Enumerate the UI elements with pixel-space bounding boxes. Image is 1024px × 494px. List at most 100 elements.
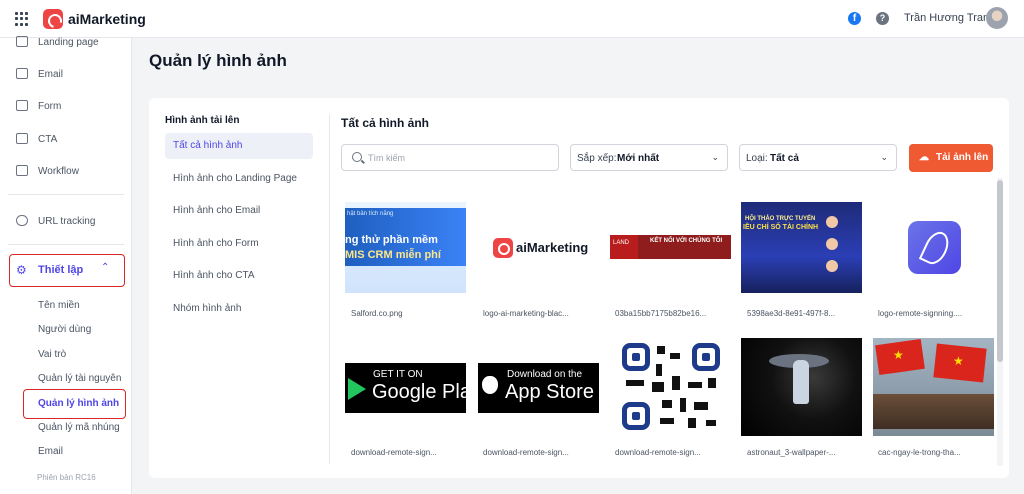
image-thumbnail[interactable] (741, 338, 862, 436)
image-name: cac-ngay-le-trong-tha... (878, 448, 961, 457)
sidebar: Landing page Email Form CTA Workflow URL… (0, 36, 132, 494)
chevron-down-icon: ⌄ (880, 152, 888, 162)
qr-module (626, 380, 644, 386)
image-name: logo-remote-signning.... (878, 309, 963, 318)
sidebar-item-form[interactable]: Form (0, 94, 132, 118)
type-select[interactable]: Loại: Tất cả ⌄ (739, 144, 897, 171)
category-heading: Hình ảnh tải lên (165, 115, 240, 126)
sidebar-item-workflow[interactable]: Workflow (0, 159, 132, 183)
upload-image-button[interactable]: ☁ Tải ảnh lên (909, 144, 993, 172)
thumb-text: HỘI THẢO TRỰC TUYẾN (745, 216, 816, 222)
cta-icon (16, 133, 28, 144)
thumb-text: ng thử phần mềm (345, 234, 438, 246)
qr-module (688, 382, 702, 388)
image-thumbnail[interactable]: hật bản tích năng ng thử phần mềm MIS CR… (345, 202, 466, 293)
avatar[interactable] (986, 7, 1008, 29)
image-name: logo-ai-marketing-blac... (483, 309, 569, 318)
qr-module (672, 376, 680, 390)
sidebar-item-email[interactable]: Email (0, 62, 132, 86)
thumb-text: MIS CRM miễn phí (345, 249, 441, 261)
sidebar-item-cta[interactable]: CTA (0, 127, 132, 151)
category-image-groups[interactable]: Nhóm hình ảnh (165, 296, 313, 322)
image-thumbnail[interactable] (612, 338, 730, 436)
feather-logo-icon (908, 221, 961, 274)
sidebar-subitem-users[interactable]: Người dùng (38, 324, 91, 335)
qr-finder (692, 343, 720, 371)
category-email[interactable]: Hình ảnh cho Email (165, 198, 313, 224)
apple-icon (482, 376, 498, 394)
sort-select[interactable]: Sắp xếp: Mới nhất ⌄ (570, 144, 728, 171)
sidebar-subitem-domain[interactable]: Tên miền (38, 300, 80, 311)
sidebar-item-landing-page[interactable]: Landing page (0, 30, 132, 54)
apps-grid-icon[interactable] (15, 12, 29, 26)
search-icon (352, 152, 362, 162)
sidebar-subitem-roles[interactable]: Vai trò (38, 349, 66, 360)
qr-module (708, 378, 716, 388)
star-icon: ★ (953, 354, 964, 368)
image-thumbnail[interactable] (873, 202, 994, 293)
thumb-text: Download on the (507, 369, 583, 380)
banner-block (610, 235, 638, 259)
search-box (341, 144, 559, 171)
sidebar-subitem-embed-codes[interactable]: Quản lý mã nhúng (38, 422, 120, 433)
user-name[interactable]: Trần Hương Trang (904, 12, 995, 24)
help-icon[interactable]: ? (876, 12, 889, 25)
type-prefix: Loại: (746, 153, 768, 164)
image-name: 5398ae3d-8e91-497f-8... (747, 309, 836, 318)
qr-module (694, 402, 708, 410)
form-icon (16, 100, 28, 111)
top-bar: aiMarketing f ? Trần Hương Trang (0, 0, 1024, 38)
content-title: Tất cả hình ảnh (341, 116, 430, 130)
version-label: Phiên bản RC16 (37, 473, 96, 482)
category-form[interactable]: Hình ảnh cho Form (165, 231, 313, 257)
thumb-text: aiMarketing (516, 240, 589, 255)
chevron-up-icon: ⌃ (101, 262, 110, 273)
sidebar-item-url-tracking[interactable]: URL tracking (0, 209, 132, 233)
thumb-text: GET IT ON (373, 369, 423, 380)
brand-mark-icon (493, 238, 513, 258)
astronaut-shape (793, 360, 809, 404)
thumb-text: IỀU CHỈ SỐ TÀI CHÍNH (743, 224, 819, 231)
sidebar-subitem-email[interactable]: Email (38, 446, 63, 457)
panel-divider (329, 114, 330, 464)
sidebar-divider (8, 244, 124, 245)
category-cta[interactable]: Hình ảnh cho CTA (165, 263, 313, 289)
scrollbar-thumb[interactable] (997, 180, 1003, 362)
workflow-icon (16, 165, 28, 176)
star-icon: ★ (893, 348, 904, 362)
image-thumbnail[interactable]: LAND KẾT NỐI VỚI CHÚNG TÔI (610, 202, 731, 293)
image-thumbnail[interactable]: Download on the App Store (478, 363, 599, 413)
image-name: download-remote-sign... (351, 448, 437, 457)
image-name: download-remote-sign... (615, 448, 701, 457)
category-landing-page[interactable]: Hình ảnh cho Landing Page (165, 166, 313, 192)
email-icon (16, 68, 28, 79)
link-icon (16, 215, 28, 226)
qr-module (706, 420, 716, 426)
qr-module (688, 418, 696, 428)
image-thumbnail[interactable]: aiMarketing (478, 202, 599, 293)
image-thumbnail[interactable]: ★ ★ (873, 338, 994, 436)
thumb-text: hật bản tích năng (347, 211, 394, 217)
sidebar-item-settings[interactable]: ⚙ Thiết lập ⌃ (9, 254, 125, 287)
image-name: download-remote-sign... (483, 448, 569, 457)
category-all-images[interactable]: Tất cả hình ảnh (165, 133, 313, 159)
qr-module (662, 400, 672, 408)
landing-page-icon (16, 36, 28, 47)
sidebar-subitem-label: Quản lý hình ảnh (38, 398, 120, 409)
brand-mark-icon (43, 9, 63, 29)
image-thumbnail[interactable]: GET IT ON Google Play (345, 363, 466, 413)
image-name: astronaut_3-wallpaper-... (747, 448, 836, 457)
facebook-icon[interactable]: f (848, 12, 861, 25)
sidebar-subitem-image-manager[interactable]: Quản lý hình ảnh (23, 389, 126, 419)
crowd-shape (873, 394, 994, 429)
sidebar-item-label: CTA (38, 133, 58, 145)
sidebar-item-label: Landing page (38, 36, 99, 48)
sort-value: Mới nhất (617, 153, 660, 164)
thumb-text: KẾT NỐI VỚI CHÚNG TÔI (650, 238, 723, 244)
sidebar-subitem-resources[interactable]: Quản lý tài nguyên (38, 373, 121, 384)
app-logo[interactable]: aiMarketing (43, 9, 146, 29)
image-thumbnail[interactable]: HỘI THẢO TRỰC TUYẾN IỀU CHỈ SỐ TÀI CHÍNH (741, 202, 862, 293)
thumb-text: Google Play (372, 381, 466, 403)
search-input[interactable] (368, 151, 548, 165)
sidebar-item-label: Workflow (38, 165, 79, 177)
